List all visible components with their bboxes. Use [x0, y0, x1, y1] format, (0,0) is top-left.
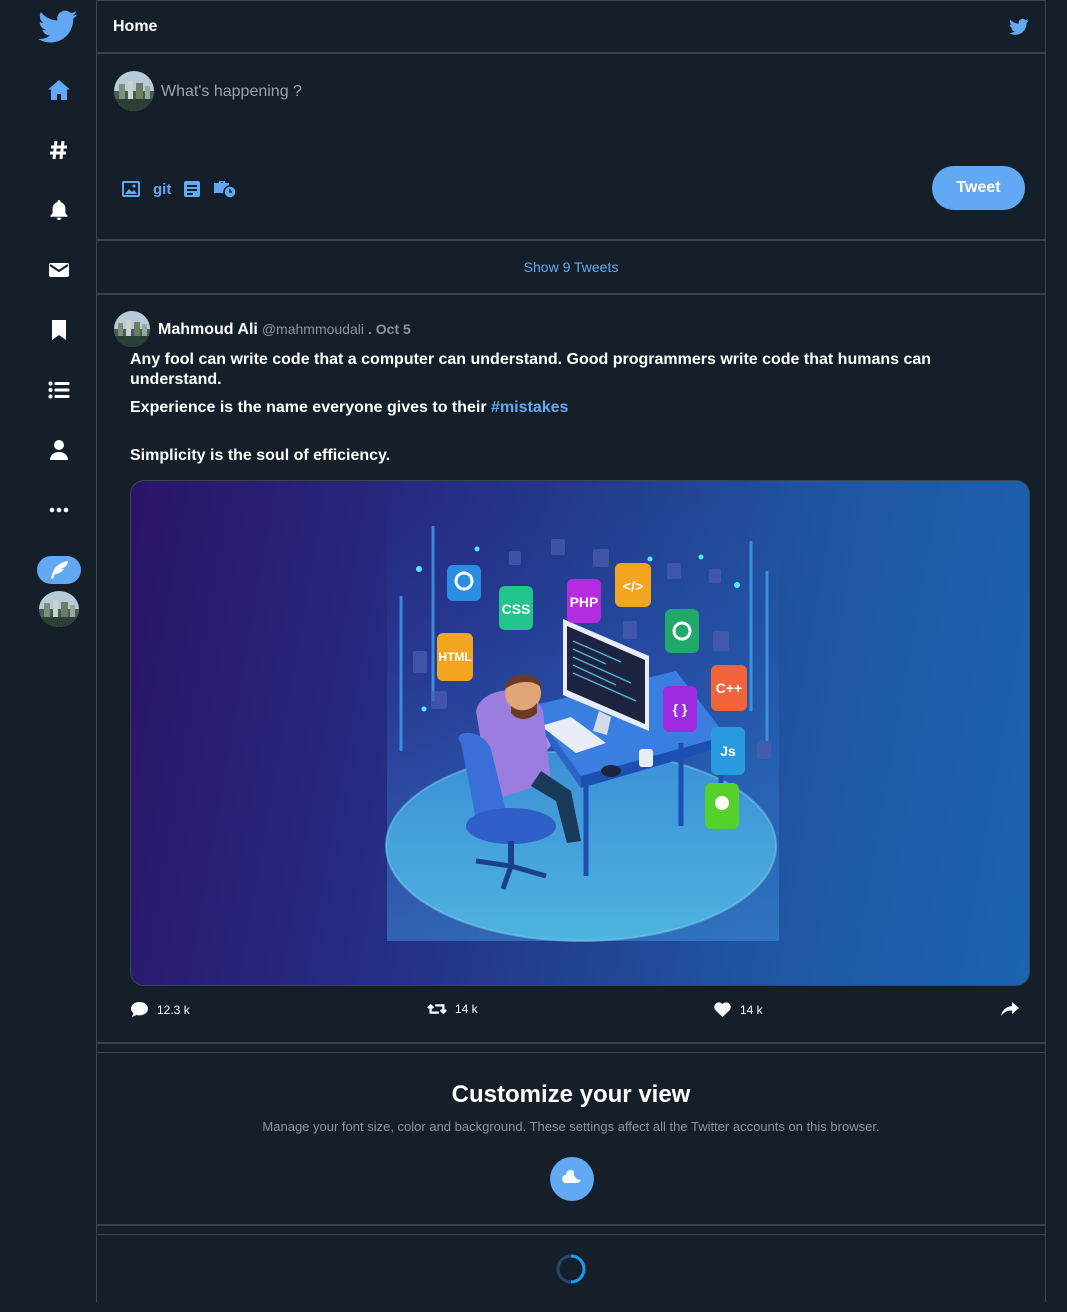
- cloud-moon-icon: [562, 1170, 581, 1183]
- reply-count: 12.3 k: [157, 1002, 190, 1017]
- svg-text:</>: </>: [623, 578, 643, 594]
- git-button[interactable]: git: [153, 178, 171, 200]
- image-badge-label: Js: [720, 743, 736, 759]
- tweet-image[interactable]: CSS PHP </> HTML C++ { } Js: [130, 480, 1030, 986]
- schedule-button[interactable]: [213, 178, 238, 200]
- tweet-card[interactable]: Mahmoud Ali @mahmmoudali . Oct 5 Any foo…: [97, 295, 1045, 1044]
- tweet-composer: git Tweet: [97, 54, 1045, 241]
- page-title: Home: [113, 17, 158, 35]
- like-count: 14 k: [740, 1002, 763, 1017]
- bookmark-icon: [52, 320, 66, 340]
- sidebar-item-profile[interactable]: [46, 437, 72, 463]
- author-handle[interactable]: @mahmmoudali: [262, 321, 364, 337]
- bell-icon: [50, 200, 68, 221]
- twitter-bird-icon[interactable]: [1009, 18, 1029, 36]
- tweet-text-fragment: Experience is the name everyone gives to…: [130, 399, 492, 416]
- retweet-button[interactable]: 14 k: [427, 1001, 478, 1017]
- sidebar-item-explore[interactable]: [46, 137, 72, 163]
- image-icon: [122, 181, 140, 197]
- image-badge-label: C++: [716, 680, 742, 696]
- profile-icon: [50, 440, 68, 460]
- list-icon: [48, 381, 70, 399]
- timeline: Home git: [96, 0, 1046, 1302]
- mail-icon: [49, 263, 69, 277]
- tweet-date[interactable]: . Oct 5: [368, 321, 411, 337]
- hashtag-link[interactable]: #mistakes: [491, 399, 568, 416]
- sidebar-item-home[interactable]: [46, 77, 72, 103]
- customize-title: Customize your view: [451, 1081, 691, 1108]
- timeline-header: Home: [97, 0, 1045, 54]
- sidebar-item-notifications[interactable]: [46, 197, 72, 223]
- tweet-text-line: Simplicity is the soul of efficiency.: [130, 447, 391, 464]
- heart-icon: [714, 1002, 731, 1018]
- tweet-button[interactable]: Tweet: [932, 166, 1025, 210]
- loading-area: [97, 1234, 1045, 1300]
- retweet-icon: [427, 1003, 447, 1015]
- tweet-actions: 12.3 k 14 k 14 k: [130, 1001, 1022, 1025]
- hashtag-icon: [50, 140, 67, 160]
- more-icon: [49, 507, 69, 513]
- tweet-text-line: Experience is the name everyone gives to…: [130, 398, 1010, 418]
- sidebar-item-lists[interactable]: [46, 377, 72, 403]
- account-avatar[interactable]: [39, 591, 79, 627]
- tweet-author: Mahmoud Ali @mahmmoudali . Oct 5: [158, 321, 411, 339]
- sidebar-item-messages[interactable]: [46, 257, 72, 283]
- avatar[interactable]: [114, 71, 154, 111]
- twitter-logo-icon[interactable]: [38, 10, 78, 44]
- composer-toolbar: git: [121, 178, 238, 200]
- add-image-button[interactable]: [121, 178, 141, 200]
- comment-icon: [131, 1001, 148, 1018]
- avatar[interactable]: [114, 311, 150, 347]
- reply-button[interactable]: 12.3 k: [130, 1001, 190, 1018]
- briefcase-clock-icon: [214, 181, 238, 199]
- customize-panel: Customize your view Manage your font siz…: [97, 1052, 1045, 1226]
- compose-input[interactable]: [161, 80, 761, 104]
- home-icon: [48, 80, 70, 100]
- display-settings-button[interactable]: [550, 1157, 594, 1201]
- sidebar-item-bookmarks[interactable]: [46, 317, 72, 343]
- sidebar: [0, 0, 96, 1312]
- feather-icon: [51, 561, 68, 579]
- compose-tweet-button[interactable]: [37, 556, 81, 584]
- image-badge-label: PHP: [570, 594, 599, 610]
- share-icon: [1001, 1002, 1019, 1016]
- form-icon: [184, 181, 201, 197]
- app-root: Home git: [0, 0, 1067, 1312]
- sidebar-item-more[interactable]: [46, 497, 72, 523]
- add-form-button[interactable]: [183, 178, 201, 200]
- image-badge-label: HTML: [438, 650, 471, 664]
- developer-illustration: CSS PHP </> HTML C++ { } Js: [385, 501, 779, 942]
- image-badge-label: CSS: [502, 601, 531, 617]
- customize-description: Manage your font size, color and backgro…: [262, 1119, 880, 1134]
- show-new-tweets-link[interactable]: Show 9 Tweets: [97, 241, 1045, 295]
- svg-text:{ }: { }: [673, 701, 688, 717]
- retweet-count: 14 k: [455, 1002, 478, 1016]
- like-button[interactable]: 14 k: [713, 1001, 763, 1018]
- share-button[interactable]: [1000, 1001, 1020, 1017]
- tweet-text-line: Any fool can write code that a computer …: [130, 351, 932, 388]
- author-name[interactable]: Mahmoud Ali: [158, 321, 258, 339]
- loading-spinner-icon: [556, 1254, 586, 1284]
